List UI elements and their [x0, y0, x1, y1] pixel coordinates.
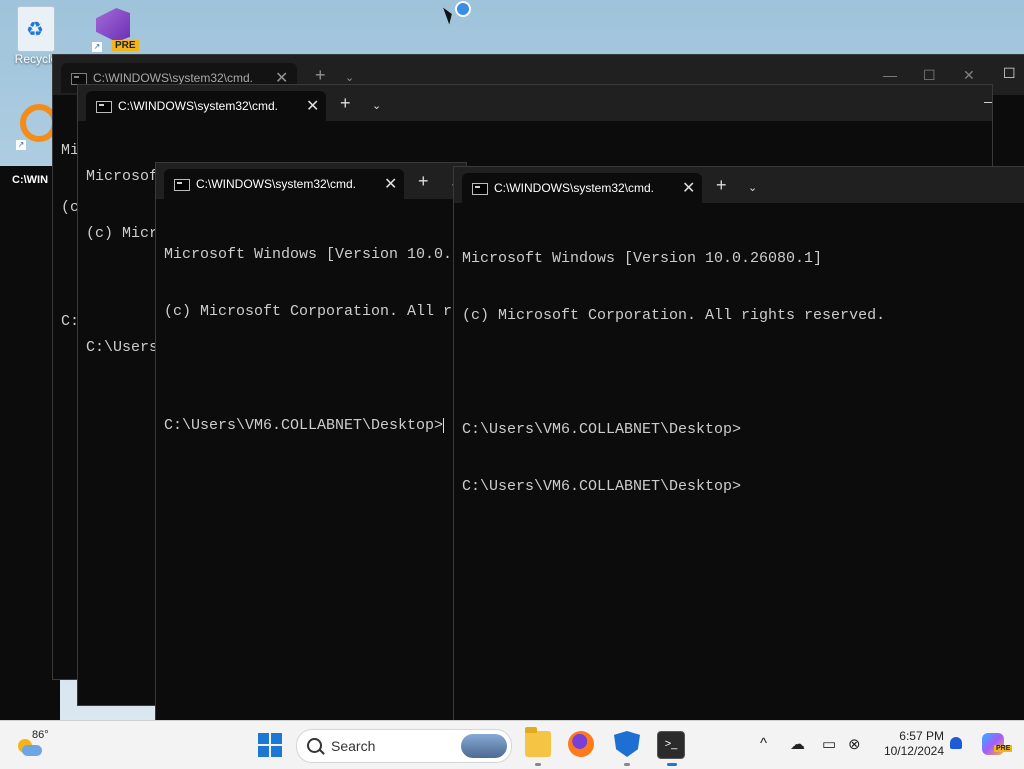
shortcut-arrow-icon: ↗ — [16, 140, 26, 150]
maximize-button[interactable]: ☐ — [1003, 65, 1016, 82]
terminal-window-3[interactable]: C:\WINDOWS\system32\cmd. ✕ + ⌄ Microsoft… — [155, 162, 467, 724]
terminal-line: Microsoft Windows [Version 10.0.26080.1] — [462, 250, 823, 267]
close-tab-icon[interactable]: ✕ — [306, 96, 319, 116]
terminal-line: (c) Microsoft Corporation. All rights re… — [462, 307, 886, 324]
terminal-app-icon[interactable]: >_ — [657, 731, 685, 759]
minimize-button[interactable]: — — [883, 67, 897, 83]
windows-security-icon[interactable] — [614, 731, 640, 757]
terminal-window-strip[interactable]: C:\WIN — [0, 166, 60, 720]
active-indicator — [667, 763, 677, 766]
running-indicator — [624, 763, 630, 766]
tab-dropdown-icon[interactable]: ⌄ — [345, 71, 354, 84]
network-icon[interactable]: ▭ — [822, 735, 836, 753]
tab-bar: C:\WINDOWS\system32\cmd. ✕ + ⌄ — [454, 167, 1024, 203]
terminal-line: C:\Users\VM6.COLLABNET\Desktop> — [462, 478, 742, 495]
tab-title: C:\WINDOWS\system32\cmd. — [494, 181, 655, 195]
new-tab-button[interactable]: + — [340, 93, 351, 114]
volume-muted-icon[interactable]: ⊗ — [848, 735, 861, 753]
tab-title: C:\WINDOWS\system32\cmd. — [93, 71, 254, 85]
file-explorer-icon[interactable] — [525, 727, 551, 757]
terminal-line: Microsoft Windows [Version 10.0. — [164, 246, 453, 263]
weather-widget[interactable]: 86° — [16, 729, 52, 759]
windows-logo-icon — [258, 733, 269, 744]
close-tab-icon[interactable]: ✕ — [384, 174, 397, 194]
search-highlight-image — [461, 734, 507, 758]
start-button[interactable] — [258, 733, 282, 757]
tab-cmd[interactable]: C:\WINDOWS\system32\cmd. ✕ — [462, 173, 702, 203]
cloud-icon — [22, 745, 42, 756]
preview-badge: PRE — [112, 40, 139, 51]
prompt-text: C:\Users\VM6.COLLABNET\Desktop> — [164, 417, 444, 434]
terminal-line: C:\Users\VM6.COLLABNET\Desktop> — [164, 416, 452, 435]
new-tab-button[interactable]: + — [716, 175, 727, 196]
terminal-output[interactable]: Microsoft Windows [Version 10.0.26080.1]… — [462, 211, 885, 534]
search-label: Search — [331, 738, 376, 754]
search-box[interactable]: Search — [296, 729, 512, 763]
strip-title: C:\WIN — [12, 174, 49, 186]
cloud-offline-icon[interactable]: ☁ — [790, 735, 805, 753]
clock-date: 10/12/2024 — [883, 744, 944, 758]
terminal-line: (c) Microsoft Corporation. All r — [164, 303, 453, 320]
recycle-glyph-icon: ♻ — [17, 6, 55, 52]
copilot-preview-badge: PRE — [994, 745, 1013, 752]
busy-indicator-icon — [455, 1, 471, 17]
copilot-icon[interactable]: PRE — [982, 733, 1013, 755]
tab-bar: C:\WINDOWS\system32\cmd. ✕ + ⌄ — — [78, 85, 992, 121]
cmd-icon — [472, 183, 488, 195]
tab-cmd[interactable]: C:\WINDOWS\system32\cmd. ✕ — [86, 91, 326, 121]
new-tab-button[interactable]: + — [418, 171, 429, 192]
tab-dropdown-icon[interactable]: ⌄ — [748, 181, 757, 194]
terminal-line: C:\Users\VM6.COLLABNET\Desktop> — [462, 421, 742, 438]
tab-dropdown-icon[interactable]: ⌄ — [372, 99, 381, 112]
close-window-button[interactable]: ✕ — [963, 67, 975, 84]
visual-studio-preview-icon[interactable]: ↗ PRE — [92, 6, 142, 54]
running-indicator — [535, 763, 541, 766]
text-cursor — [443, 417, 445, 433]
terminal-output[interactable]: Microsoft Windows [Version 10.0. (c) Mic… — [164, 207, 452, 473]
weather-temperature: 86° — [32, 729, 49, 741]
terminal-window-4[interactable]: C:\WINDOWS\system32\cmd. ✕ + ⌄ Microsoft… — [453, 166, 1024, 724]
cmd-icon — [174, 179, 190, 191]
mouse-cursor-icon — [443, 5, 455, 25]
minimize-button[interactable]: — — [984, 93, 992, 109]
cmd-icon — [96, 101, 112, 113]
new-tab-button[interactable]: + — [315, 65, 326, 86]
tab-cmd[interactable]: C:\WINDOWS\system32\cmd. ✕ — [164, 169, 404, 199]
shortcut-arrow-icon: ↗ — [92, 42, 102, 52]
maximize-button[interactable]: ☐ — [923, 67, 936, 84]
tab-title: C:\WINDOWS\system32\cmd. — [196, 177, 357, 191]
notification-bell-icon[interactable] — [950, 737, 962, 749]
close-tab-icon[interactable]: ✕ — [682, 178, 695, 198]
clock-time: 6:57 PM — [899, 729, 944, 743]
tab-bar: C:\WINDOWS\system32\cmd. ✕ + ⌄ — [156, 163, 466, 199]
taskbar: 86° Search >_ ^ ☁ ▭ ⊗ 6:57 PM 10/12/2024… — [0, 720, 1024, 769]
magnifier-app-icon[interactable]: ↗ — [16, 104, 58, 150]
tray-chevron-icon[interactable]: ^ — [760, 735, 767, 752]
tab-title: C:\WINDOWS\system32\cmd. — [118, 99, 279, 113]
search-icon — [307, 738, 322, 753]
firefox-icon[interactable] — [568, 731, 594, 757]
clock[interactable]: 6:57 PM 10/12/2024 — [866, 729, 944, 759]
